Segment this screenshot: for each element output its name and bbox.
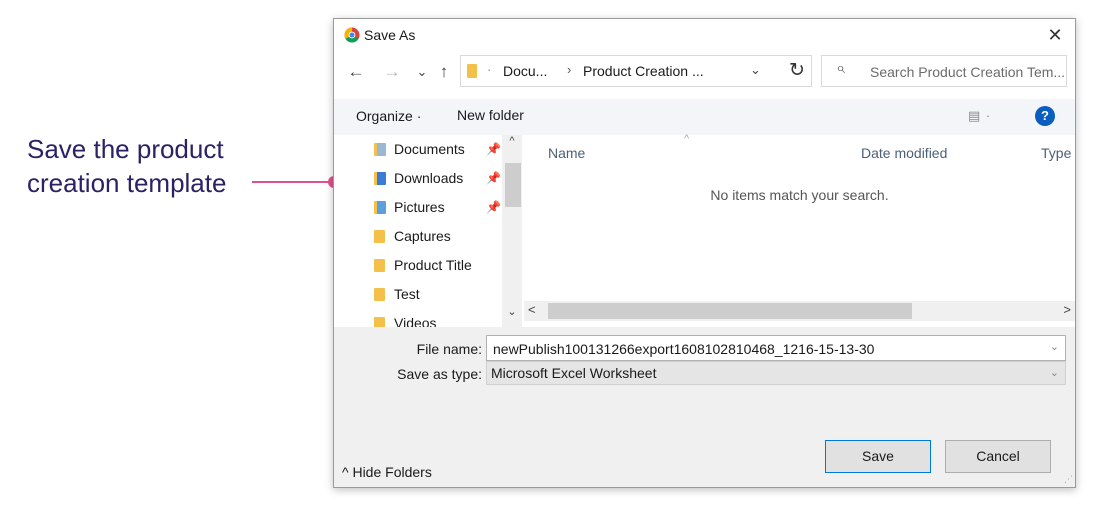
close-button[interactable]: ✕ — [1043, 23, 1067, 47]
pin-icon[interactable]: 📌 — [486, 166, 501, 190]
save-as-type-value: Microsoft Excel Worksheet — [491, 365, 657, 381]
file-name-label: File name: — [416, 341, 482, 357]
navigation-pane: Documents 📌 Downloads 📌 Pictures 📌 Captu… — [334, 135, 504, 327]
back-arrow-icon[interactable]: ← — [346, 61, 366, 83]
documents-folder-icon — [374, 143, 386, 156]
search-input[interactable] — [868, 61, 1068, 83]
file-name-input[interactable] — [491, 339, 1045, 359]
save-as-type-label: Save as type: — [397, 366, 482, 382]
pin-icon[interactable]: 📌 — [486, 195, 501, 219]
folder-icon — [374, 259, 385, 272]
save-button[interactable]: Save — [825, 440, 931, 473]
nav-item-label: Downloads — [394, 170, 464, 186]
address-bar[interactable]: · Docu... › Product Creation ... ⌄ — [460, 55, 812, 87]
videos-folder-icon — [374, 317, 385, 327]
navigation-scrollbar[interactable]: ^ ⌄ — [502, 135, 522, 327]
scroll-up-icon[interactable]: ^ — [502, 135, 522, 151]
refresh-icon[interactable]: ↻ — [784, 59, 810, 83]
nav-item-label: Documents — [394, 141, 465, 157]
scroll-down-icon[interactable]: ⌄ — [502, 305, 522, 321]
forward-arrow-icon[interactable]: → — [382, 61, 402, 83]
save-as-dialog: Save As ✕ ← → ⌄ ↑ · Docu... › Product Cr… — [333, 18, 1076, 488]
pin-icon[interactable]: 📌 — [486, 137, 501, 161]
column-header-type[interactable]: Type — [1041, 145, 1071, 161]
hide-folders-button[interactable]: ^ Hide Folders — [342, 464, 432, 480]
dialog-title: Save As — [364, 27, 416, 43]
nav-item-label: Test — [394, 286, 420, 302]
column-header-date-modified[interactable]: Date modified — [861, 145, 947, 161]
scroll-right-icon[interactable]: > — [1063, 302, 1071, 317]
save-as-type-select[interactable]: Microsoft Excel Worksheet ⌄ — [486, 361, 1066, 385]
resize-grip-icon[interactable]: ⋰ — [1064, 474, 1073, 485]
folder-icon — [374, 230, 385, 243]
search-icon: ⌕ — [836, 60, 845, 77]
nav-item-label: Product Title — [394, 257, 472, 273]
folder-icon — [467, 64, 477, 78]
sort-caret-icon: ^ — [684, 133, 690, 145]
downloads-folder-icon — [374, 172, 386, 185]
save-as-type-dropdown-icon[interactable]: ⌄ — [1050, 366, 1059, 379]
help-icon[interactable]: ? — [1035, 106, 1055, 126]
new-folder-button[interactable]: New folder — [457, 107, 524, 123]
nav-item-label: Pictures — [394, 199, 445, 215]
file-name-field[interactable]: ⌄ — [486, 335, 1066, 361]
cancel-button[interactable]: Cancel — [945, 440, 1051, 473]
save-options-panel: File name: ⌄ Save as type: Microsoft Exc… — [334, 327, 1075, 487]
up-arrow-icon[interactable]: ↑ — [434, 61, 454, 83]
command-toolbar: Organize · New folder ▤ · ? — [334, 99, 1075, 135]
file-name-dropdown-icon[interactable]: ⌄ — [1050, 340, 1059, 353]
chrome-icon — [344, 27, 360, 43]
organize-menu[interactable]: Organize · — [356, 108, 421, 124]
callout-line — [252, 181, 332, 183]
folder-icon — [374, 288, 385, 301]
horizontal-scrollbar[interactable]: < > — [524, 301, 1075, 321]
breadcrumb-documents[interactable]: Docu... — [503, 63, 547, 79]
nav-item-label: Videos — [394, 315, 437, 327]
file-list-pane: ^ Name Date modified Type No items match… — [524, 133, 1075, 327]
address-separator: · — [487, 62, 492, 77]
scrollbar-thumb[interactable] — [505, 163, 521, 207]
address-dropdown-icon[interactable]: ⌄ — [750, 62, 761, 78]
view-options-icon[interactable]: ▤ · — [968, 108, 991, 124]
pictures-folder-icon — [374, 201, 386, 214]
title-bar: Save As ✕ — [334, 19, 1075, 51]
column-header-name[interactable]: Name — [548, 145, 585, 161]
nav-item-label: Captures — [394, 228, 451, 244]
annotation-text: Save the product creation template — [27, 134, 227, 198]
empty-message: No items match your search. — [710, 187, 889, 203]
breadcrumb-chevron-icon[interactable]: › — [567, 62, 571, 77]
recent-locations-chevron-icon[interactable]: ⌄ — [412, 61, 432, 83]
search-box[interactable]: ⌕ — [821, 55, 1068, 87]
scroll-left-icon[interactable]: < — [528, 302, 536, 317]
navigation-bar: ← → ⌄ ↑ · Docu... › Product Creation ...… — [334, 55, 1075, 89]
scrollbar-thumb[interactable] — [548, 303, 912, 319]
breadcrumb-product-creation[interactable]: Product Creation ... — [583, 63, 704, 79]
